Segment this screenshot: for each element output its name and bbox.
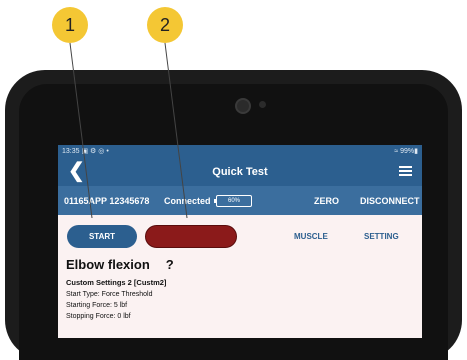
tab-muscle[interactable]: MUSCLE bbox=[294, 232, 328, 241]
camera-icon bbox=[235, 98, 251, 114]
help-icon[interactable]: ? bbox=[166, 257, 174, 272]
setting-starting-force: Starting Force: 5 lbf bbox=[66, 302, 128, 309]
status-left: 13:35 ▣ ⚙ ◎ • bbox=[62, 147, 109, 155]
test-details: Elbow flexion? Custom Settings 2 [Custm2… bbox=[58, 257, 422, 320]
connection-status: Connected bbox=[164, 195, 211, 206]
back-arrow-icon[interactable]: ❮ bbox=[68, 161, 85, 181]
stop-button[interactable] bbox=[145, 225, 237, 248]
title-bar: ❮ Quick Test bbox=[58, 157, 422, 186]
menu-line bbox=[399, 170, 412, 172]
sensor-icon bbox=[259, 101, 266, 108]
zero-button[interactable]: ZERO bbox=[314, 196, 339, 206]
menu-line bbox=[399, 174, 412, 176]
page-title: Quick Test bbox=[212, 165, 268, 178]
battery-indicator: 60% bbox=[214, 195, 252, 207]
muscle-heading: Elbow flexion? bbox=[66, 257, 414, 272]
muscle-name: Elbow flexion bbox=[66, 257, 150, 272]
settings-name: Custom Settings 2 [Custm2] bbox=[66, 278, 167, 287]
device-id: 01165APP 12345678 bbox=[64, 195, 150, 206]
callout-1: 1 bbox=[52, 7, 88, 43]
start-button[interactable]: START bbox=[67, 225, 137, 248]
menu-line bbox=[399, 166, 412, 168]
callout-1-label: 1 bbox=[64, 14, 75, 35]
app-screen: 13:35 ▣ ⚙ ◎ • ≈ 99%▮ ❮ Quick Test 01165A… bbox=[58, 145, 422, 338]
setting-start-type: Start Type: Force Threshold bbox=[66, 291, 153, 298]
status-time: 13:35 bbox=[62, 148, 80, 155]
status-icons: ▣ ⚙ ◎ • bbox=[81, 148, 109, 155]
setting-stopping-force: Stopping Force: 0 lbf bbox=[66, 313, 131, 320]
disconnect-button[interactable]: DISCONNECT bbox=[360, 196, 420, 206]
callout-2: 2 bbox=[147, 7, 183, 43]
hamburger-menu-icon[interactable] bbox=[399, 166, 412, 176]
callout-2-label: 2 bbox=[159, 14, 170, 35]
device-bar: 01165APP 12345678 Connected 60% ZERO DIS… bbox=[58, 186, 422, 215]
action-bar: START MUSCLE SETTING bbox=[58, 215, 422, 255]
status-right: ≈ 99%▮ bbox=[394, 148, 418, 155]
tab-setting[interactable]: SETTING bbox=[364, 232, 399, 241]
status-bar: 13:35 ▣ ⚙ ◎ • ≈ 99%▮ bbox=[58, 145, 422, 157]
